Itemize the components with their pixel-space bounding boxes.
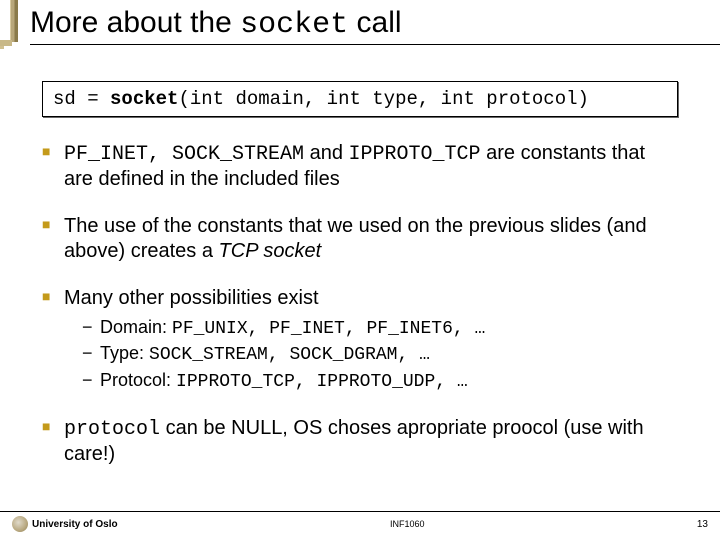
bullet-3-text: Many other possibilities exist (64, 287, 319, 309)
bullet-2-italic: TCP socket (219, 240, 322, 262)
footer-left: University of Oslo (12, 516, 118, 532)
title-underline (30, 44, 720, 45)
sub-domain-code: PF_UNIX, PF_INET, PF_INET6, … (172, 319, 485, 339)
code-prefix: sd = (53, 88, 110, 110)
bullet-1-code-2: IPPROTO_TCP (349, 143, 481, 166)
sub-type-label: Type: (100, 343, 149, 363)
sub-protocol-code: IPPROTO_TCP, IPPROTO_UDP, … (176, 372, 468, 392)
slide-footer: University of Oslo INF1060 13 (0, 511, 720, 532)
bullet-4-code: protocol (64, 418, 160, 441)
sub-protocol-label: Protocol: (100, 370, 176, 390)
sub-type: Type: SOCK_STREAM, SOCK_DGRAM, … (82, 341, 678, 367)
bullet-4: protocol can be NULL, OS choses apropria… (42, 416, 678, 467)
code-func-name: socket (110, 88, 178, 110)
bullet-1-text-1: and (304, 142, 348, 164)
bullet-list: PF_INET, SOCK_STREAM and IPPROTO_TCP are… (42, 141, 678, 467)
slide-title: More about the socket call (30, 6, 720, 42)
title-accent-bar (10, 0, 18, 42)
code-params: (int domain, int type, int protocol) (178, 88, 588, 110)
left-edge-accent (0, 46, 4, 49)
slide-title-bar: More about the socket call (0, 0, 720, 49)
sub-protocol: Protocol: IPPROTO_TCP, IPPROTO_UDP, … (82, 368, 678, 394)
bullet-1-code-1: PF_INET, SOCK_STREAM (64, 143, 304, 166)
title-text-post: call (348, 6, 401, 39)
university-seal-icon (12, 516, 28, 532)
title-text-pre: More about the (30, 6, 240, 39)
sub-domain-label: Domain: (100, 317, 172, 337)
footer-page-number: 13 (697, 519, 708, 530)
bullet-2-text-1: The use of the constants that we used on… (64, 215, 647, 262)
bullet-3-sublist: Domain: PF_UNIX, PF_INET, PF_INET6, … Ty… (64, 315, 678, 394)
footer-course-code: INF1060 (390, 519, 425, 529)
bullet-1: PF_INET, SOCK_STREAM and IPPROTO_TCP are… (42, 141, 678, 192)
sub-type-code: SOCK_STREAM, SOCK_DGRAM, … (149, 345, 430, 365)
footer-university: University of Oslo (32, 519, 118, 530)
bullet-2: The use of the constants that we used on… (42, 214, 678, 264)
slide-content: sd = socket(int domain, int type, int pr… (0, 49, 720, 467)
code-signature-box: sd = socket(int domain, int type, int pr… (42, 81, 678, 117)
sub-domain: Domain: PF_UNIX, PF_INET, PF_INET6, … (82, 315, 678, 341)
title-code: socket (240, 8, 348, 42)
bullet-3: Many other possibilities exist Domain: P… (42, 286, 678, 394)
